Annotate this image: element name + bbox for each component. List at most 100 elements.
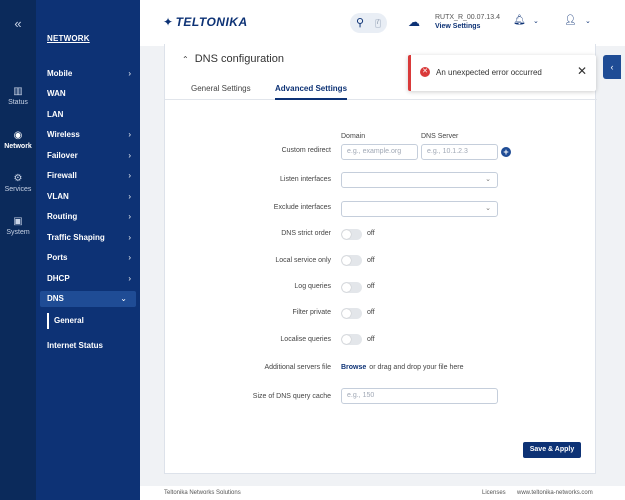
filter-private-toggle[interactable] [341, 308, 362, 319]
search-button[interactable]: ⚲ / [350, 13, 387, 33]
teltonika-logo[interactable]: ✦ TELTONIKA [163, 15, 248, 29]
custom-redirect-server-input[interactable]: e.g., 10.1.2.3 [421, 144, 498, 160]
menu-item-ports[interactable]: Ports › [36, 250, 140, 266]
error-icon: ✕ [420, 67, 430, 77]
rail-item-label: Status [8, 99, 28, 106]
custom-redirect-label: Custom redirect [281, 147, 331, 154]
chevron-right-icon: › [128, 212, 131, 221]
toggle-state: off [367, 283, 375, 290]
listen-interfaces-label: Listen interfaces [280, 176, 331, 183]
rail-item-services[interactable]: ⚙ Services [0, 173, 36, 193]
log-queries-label: Log queries [294, 283, 331, 290]
section-title[interactable]: ⌃ DNS configuration [182, 53, 284, 65]
top-header: ✦ TELTONIKA ⚲ / ☁ RUTX_R_00.07.13.4 View … [140, 0, 625, 46]
user-settings-icon[interactable]: 👤︎ [564, 15, 577, 26]
menu-item-failover[interactable]: Failover › [36, 148, 140, 164]
close-icon[interactable]: ✕ [577, 64, 587, 78]
services-gear-icon: ⚙ [13, 173, 23, 184]
menu-item-wan[interactable]: WAN [36, 86, 140, 102]
error-toast: ✕ An unexpected error occurred ✕ [408, 55, 596, 91]
dns-query-cache-input[interactable]: e.g., 150 [341, 388, 498, 404]
save-apply-button[interactable]: Save & Apply [523, 442, 581, 458]
toggle-state: off [367, 309, 375, 316]
chevron-right-icon: › [128, 151, 131, 160]
chevron-down-icon: ⌄ [485, 205, 491, 212]
firmware-version: RUTX_R_00.07.13.4 [435, 14, 500, 21]
filter-private-label: Filter private [292, 309, 331, 316]
listen-interfaces-select[interactable]: ⌄ [341, 172, 498, 188]
side-panel-toggle[interactable]: ‹ [603, 55, 621, 79]
toast-message: An unexpected error occurred [436, 68, 542, 77]
column-domain: Domain [341, 133, 366, 140]
chevron-down-icon[interactable]: ⌄ [585, 17, 591, 25]
exclude-interfaces-label: Exclude interfaces [273, 204, 331, 211]
column-dns-server: DNS Server [421, 133, 459, 140]
cloud-upload-icon[interactable]: ☁ [406, 15, 422, 31]
localise-queries-toggle[interactable] [341, 334, 362, 345]
notifications-bell-icon[interactable]: 🔔︎ [513, 15, 526, 26]
menu-item-vlan[interactable]: VLAN › [36, 189, 140, 205]
tab-general-settings[interactable]: General Settings [191, 84, 251, 100]
dns-strict-order-label: DNS strict order [281, 230, 331, 237]
chevron-right-icon: › [128, 253, 131, 262]
network-globe-icon: ◉ [13, 130, 23, 141]
rail-item-label: Network [4, 143, 32, 150]
rail-item-label: Services [4, 186, 32, 193]
chevron-down-icon[interactable]: ⌄ [533, 17, 539, 25]
chevron-left-icon: ‹ [610, 62, 614, 72]
drag-drop-text: or drag and drop your file here [369, 364, 464, 371]
toggle-state: off [367, 257, 375, 264]
chevron-right-icon: › [128, 69, 131, 78]
chevron-right-icon: › [128, 171, 131, 180]
local-service-only-toggle[interactable] [341, 255, 362, 266]
add-redirect-plus-icon[interactable]: + [501, 147, 511, 157]
exclude-interfaces-select[interactable]: ⌄ [341, 201, 498, 217]
menu-item-dns[interactable]: DNS ⌄ [40, 291, 136, 307]
network-menu: NETWORK Mobile › WAN LAN Wireless › Failov… [36, 0, 140, 500]
chevron-right-icon: › [128, 130, 131, 139]
menu-item-internet-status[interactable]: Internet Status [36, 338, 140, 354]
menu-item-lan[interactable]: LAN [36, 107, 140, 123]
page-footer: Teltonika Networks Solutions Licenses ww… [140, 486, 625, 500]
collapse-menu-icon[interactable]: « [0, 16, 36, 31]
firmware-info: RUTX_R_00.07.13.4 View Settings [435, 14, 500, 30]
menu-item-wireless[interactable]: Wireless › [36, 127, 140, 143]
custom-redirect-domain-input[interactable]: e.g., example.org [341, 144, 418, 160]
licenses-link[interactable]: Licenses [482, 490, 506, 496]
toggle-state: off [367, 230, 375, 237]
localise-queries-label: Localise queries [280, 336, 331, 343]
menu-subitem-general[interactable]: General [47, 313, 84, 329]
chevron-down-icon: ⌄ [120, 294, 127, 303]
additional-servers-file-label: Additional servers file [264, 364, 331, 371]
footer-company: Teltonika Networks Solutions [164, 490, 241, 496]
rail-item-label: System [6, 229, 30, 236]
status-bars-icon: ▥ [13, 86, 23, 97]
rail-item-system[interactable]: ▣ System [0, 216, 36, 236]
file-drop-zone[interactable]: Browse or drag and drop your file here [341, 364, 463, 371]
menu-item-routing[interactable]: Routing › [36, 209, 140, 225]
rail-item-status[interactable]: ▥ Status [0, 86, 36, 106]
dns-configuration-card: ⌃ DNS configuration General Settings Adva… [164, 44, 597, 474]
chevron-right-icon: › [128, 233, 131, 242]
menu-item-mobile[interactable]: Mobile › [36, 66, 140, 82]
menu-item-dhcp[interactable]: DHCP › [36, 271, 140, 287]
menu-title: NETWORK [47, 34, 90, 43]
log-queries-toggle[interactable] [341, 282, 362, 293]
view-settings-link[interactable]: View Settings [435, 23, 500, 30]
menu-item-firewall[interactable]: Firewall › [36, 168, 140, 184]
tab-advanced-settings[interactable]: Advanced Settings [275, 84, 348, 100]
toggle-state: off [367, 336, 375, 343]
menu-item-traffic-shaping[interactable]: Traffic Shaping › [36, 230, 140, 246]
rail-item-network[interactable]: ◉ Network [0, 130, 36, 150]
website-link[interactable]: www.teltonika-networks.com [517, 490, 593, 496]
search-shortcut-key: / [375, 19, 381, 28]
dns-query-cache-label: Size of DNS query cache [252, 393, 331, 400]
chevron-up-icon: ⌃ [182, 55, 189, 64]
dns-strict-order-toggle[interactable] [341, 229, 362, 240]
browse-link[interactable]: Browse [341, 364, 366, 371]
search-icon: ⚲ [356, 17, 365, 29]
logo-mark-icon: ✦ [163, 15, 174, 29]
icon-rail: « ▥ Status ◉ Network ⚙ Services ▣ System [0, 0, 36, 500]
chevron-down-icon: ⌄ [485, 176, 491, 183]
chevron-right-icon: › [128, 192, 131, 201]
